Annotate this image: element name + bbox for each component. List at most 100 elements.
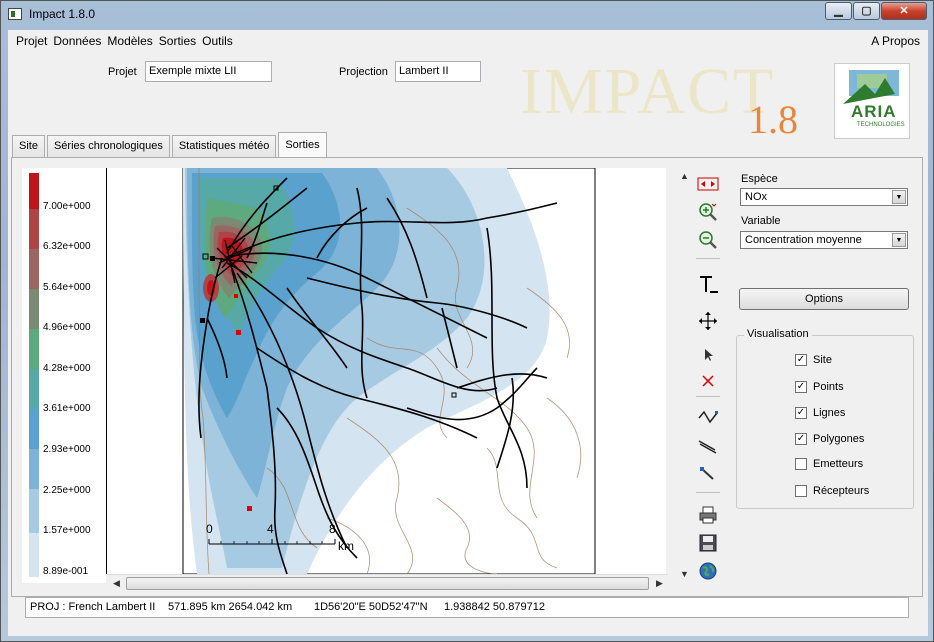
visualisation-title: Visualisation (744, 328, 812, 340)
legend-swatch (29, 249, 39, 289)
pan-icon (699, 312, 717, 330)
title-bar[interactable]: Impact 1.8.0 ▁ ▢ ✕ (1, 1, 933, 29)
toolbar-separator (696, 258, 720, 259)
window-title: Impact 1.8.0 (29, 7, 96, 21)
espece-label: Espèce (741, 173, 778, 185)
line-icon (698, 440, 717, 454)
projet-field[interactable]: Exemple mixte LII (145, 61, 272, 82)
checkbox-label: Points (813, 381, 844, 393)
close-button[interactable]: ✕ (881, 2, 927, 20)
projection-label: Projection (339, 66, 388, 78)
checkbox-box[interactable]: ✓ (795, 381, 807, 393)
checkbox-box[interactable]: ✓ (795, 433, 807, 445)
visualisation-group: Visualisation ✓ Site ✓ Points ✓ Lignes ✓… (736, 328, 914, 509)
tab-series-chronologiques[interactable]: Séries chronologiques (46, 135, 170, 157)
window-frame: Impact 1.8.0 ▁ ▢ ✕ Projet Données Modèle… (0, 0, 934, 642)
tab-bar: Site Séries chronologiques Statistiques … (12, 132, 329, 157)
scale-unit: km (338, 539, 354, 553)
color-legend: 7.00e+000 6.32e+000 5.64e+000 4.96e+000 … (22, 168, 106, 583)
menu-outils[interactable]: Outils (199, 34, 236, 48)
aria-logo-text: ARIA (851, 102, 897, 121)
delete-button[interactable] (696, 370, 720, 392)
checkbox-emetteurs[interactable]: Emetteurs (795, 458, 863, 470)
menu-sorties[interactable]: Sorties (156, 34, 199, 48)
toolbar-separator (696, 396, 720, 397)
variable-label: Variable (741, 215, 781, 227)
checkbox-box[interactable]: ✓ (795, 407, 807, 419)
zoom-extent-button[interactable] (696, 173, 720, 195)
chevron-down-icon[interactable]: ▼ (892, 233, 906, 247)
scroll-up-arrow-icon[interactable]: ▲ (676, 168, 693, 185)
scroll-right-arrow-icon[interactable]: ▶ (651, 575, 668, 592)
maximize-button[interactable]: ▢ (853, 2, 880, 20)
tab-site[interactable]: Site (12, 135, 45, 157)
scroll-down-arrow-icon[interactable]: ▼ (676, 566, 693, 583)
draw-segment-button[interactable] (696, 462, 720, 484)
scroll-left-arrow-icon[interactable]: ◀ (108, 575, 125, 592)
globe-button[interactable] (696, 560, 720, 582)
scale-label: 8 (329, 522, 336, 536)
impact-version: 1.8 (748, 97, 798, 142)
draw-polyline-button[interactable] (696, 406, 720, 428)
zoom-in-button[interactable] (696, 201, 720, 223)
checkbox-polygones[interactable]: ✓ Polygones (795, 433, 864, 445)
projet-label: Projet (108, 66, 137, 78)
menu-a-propos[interactable]: A Propos (871, 34, 920, 48)
chevron-down-icon[interactable]: ▼ (892, 190, 906, 204)
variable-select[interactable]: Concentration moyenne ▼ (740, 231, 908, 249)
menu-modeles[interactable]: Modèles (104, 34, 155, 48)
espece-value: NOx (745, 191, 767, 203)
print-button[interactable] (696, 504, 720, 526)
checkbox-label: Site (813, 354, 832, 366)
status-bar: PROJ : French Lambert II 571.895 km 2654… (25, 597, 909, 618)
scroll-thumb[interactable] (126, 577, 649, 590)
checkbox-box[interactable] (795, 458, 807, 470)
map-vertical-scrollbar[interactable]: ▲ ▼ (676, 168, 693, 583)
sorties-panel: 7.00e+000 6.32e+000 5.64e+000 4.96e+000 … (11, 157, 923, 597)
text-tool-button[interactable] (696, 274, 720, 296)
checkbox-label: Récepteurs (813, 485, 870, 497)
floppy-icon (699, 534, 717, 552)
map-canvas[interactable]: 0 4 8 km (106, 168, 666, 574)
legend-label: 8.89e-001 (43, 566, 89, 577)
legend-swatch (29, 209, 39, 249)
checkbox-label: Emetteurs (813, 458, 864, 470)
draw-line-button[interactable] (696, 434, 720, 456)
legend-swatch (29, 369, 39, 409)
save-button[interactable] (696, 532, 720, 554)
checkbox-recepteurs[interactable]: Récepteurs (795, 485, 869, 497)
checkbox-points[interactable]: ✓ Points (795, 381, 844, 393)
zoom-out-button[interactable] (696, 229, 720, 251)
scale-label: 4 (267, 522, 274, 536)
printer-icon (699, 506, 717, 524)
app-icon (8, 8, 22, 20)
zoom-extent-icon (697, 177, 719, 191)
aria-logo-sub: TECHNOLOGIES (857, 122, 905, 128)
tab-sorties[interactable]: Sorties (278, 132, 327, 157)
espece-select[interactable]: NOx ▼ (740, 188, 908, 206)
minimize-button[interactable]: ▁ (825, 2, 852, 20)
delete-icon (702, 375, 714, 387)
projection-field[interactable]: Lambert II (395, 61, 481, 82)
options-button[interactable]: Options (739, 288, 909, 310)
menu-donnees[interactable]: Données (50, 34, 104, 48)
tab-statistiques-meteo[interactable]: Statistiques météo (171, 135, 277, 157)
text-tool-icon (700, 276, 718, 293)
checkbox-label: Polygones (813, 433, 865, 445)
status-dms-coords: 1D56'20"E 50D52'47"N (314, 601, 428, 613)
impact-logo: IMPACT (520, 55, 776, 128)
checkbox-site[interactable]: ✓ Site (795, 354, 832, 366)
legend-label: 6.32e+000 (43, 241, 91, 252)
select-button[interactable] (696, 344, 720, 366)
pan-button[interactable] (696, 310, 720, 332)
legend-swatch (29, 533, 39, 577)
menu-projet[interactable]: Projet (13, 34, 50, 48)
aria-logo: ARIA TECHNOLOGIES (834, 63, 910, 139)
menu-bar: Projet Données Modèles Sorties Outils (8, 30, 928, 52)
checkbox-lignes[interactable]: ✓ Lignes (795, 407, 845, 419)
checkbox-box[interactable]: ✓ (795, 354, 807, 366)
legend-label: 3.61e+000 (43, 403, 91, 414)
checkbox-box[interactable] (795, 485, 807, 497)
client-area: Projet Données Modèles Sorties Outils A … (8, 30, 928, 636)
map-horizontal-scrollbar[interactable]: ◀ ▶ (108, 574, 668, 591)
